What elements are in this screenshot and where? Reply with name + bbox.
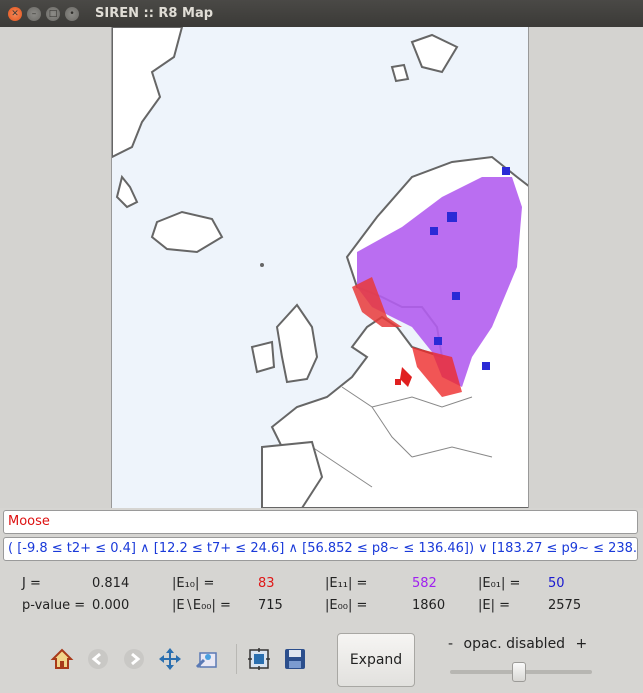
window-title: SIREN :: R8 Map (95, 6, 214, 21)
opacity-slider-thumb[interactable] (512, 662, 526, 682)
e01-label: |E₀₁| = (478, 576, 521, 591)
pan-icon[interactable] (156, 645, 184, 673)
home-icon[interactable] (48, 645, 76, 673)
navigation-toolbar (48, 644, 317, 674)
back-icon[interactable] (84, 645, 112, 673)
item-name-field[interactable]: Moose (3, 510, 638, 534)
pvalue-value: 0.000 (92, 598, 130, 613)
e00-label: |E₀₀| = (325, 598, 368, 613)
maximize-window-button[interactable]: □ (46, 6, 60, 21)
zoom-icon[interactable] (192, 645, 220, 673)
e10-value: 83 (258, 576, 275, 591)
save-icon[interactable] (281, 645, 309, 673)
e11-value: 582 (412, 576, 437, 591)
e11-label: |E₁₁| = (325, 576, 368, 591)
e-minus-e00-label: |E∖E₀₀| = (172, 598, 231, 613)
minimize-window-button[interactable]: – (27, 6, 41, 21)
e10-label: |E₁₀| = (172, 576, 215, 591)
toolbar-separator (236, 644, 237, 674)
opacity-minus: - (448, 636, 454, 652)
j-label: J = (22, 576, 41, 591)
statistics-panel: J = 0.814 p-value = 0.000 |E₁₀| = 83 |E∖… (0, 576, 643, 618)
pvalue-label: p-value = (22, 598, 86, 613)
e-minus-e00-value: 715 (258, 598, 283, 613)
title-bar: ✕ – □ • SIREN :: R8 Map (0, 0, 643, 27)
query-field[interactable]: ( [-9.8 ≤ t2+ ≤ 0.4] ∧ [12.2 ≤ t7+ ≤ 24.… (3, 537, 638, 561)
e-total-value: 2575 (548, 598, 582, 613)
europe-map (112, 27, 528, 508)
opacity-plus: + (575, 636, 588, 652)
e-total-label: |E| = (478, 598, 510, 613)
expand-button[interactable]: Expand (337, 633, 415, 687)
e00-value: 1860 (412, 598, 446, 613)
e01-value: 50 (548, 576, 565, 591)
close-window-button[interactable]: ✕ (8, 6, 22, 21)
window-menu-button[interactable]: • (65, 6, 79, 21)
j-value: 0.814 (92, 576, 130, 591)
opacity-label: opac. disabled (463, 636, 566, 652)
opacity-label-row: - opac. disabled + (448, 636, 598, 652)
map-plot[interactable] (111, 27, 529, 508)
forward-icon[interactable] (120, 645, 148, 673)
map-canvas-area (0, 27, 643, 508)
configure-subplots-icon[interactable] (245, 645, 273, 673)
